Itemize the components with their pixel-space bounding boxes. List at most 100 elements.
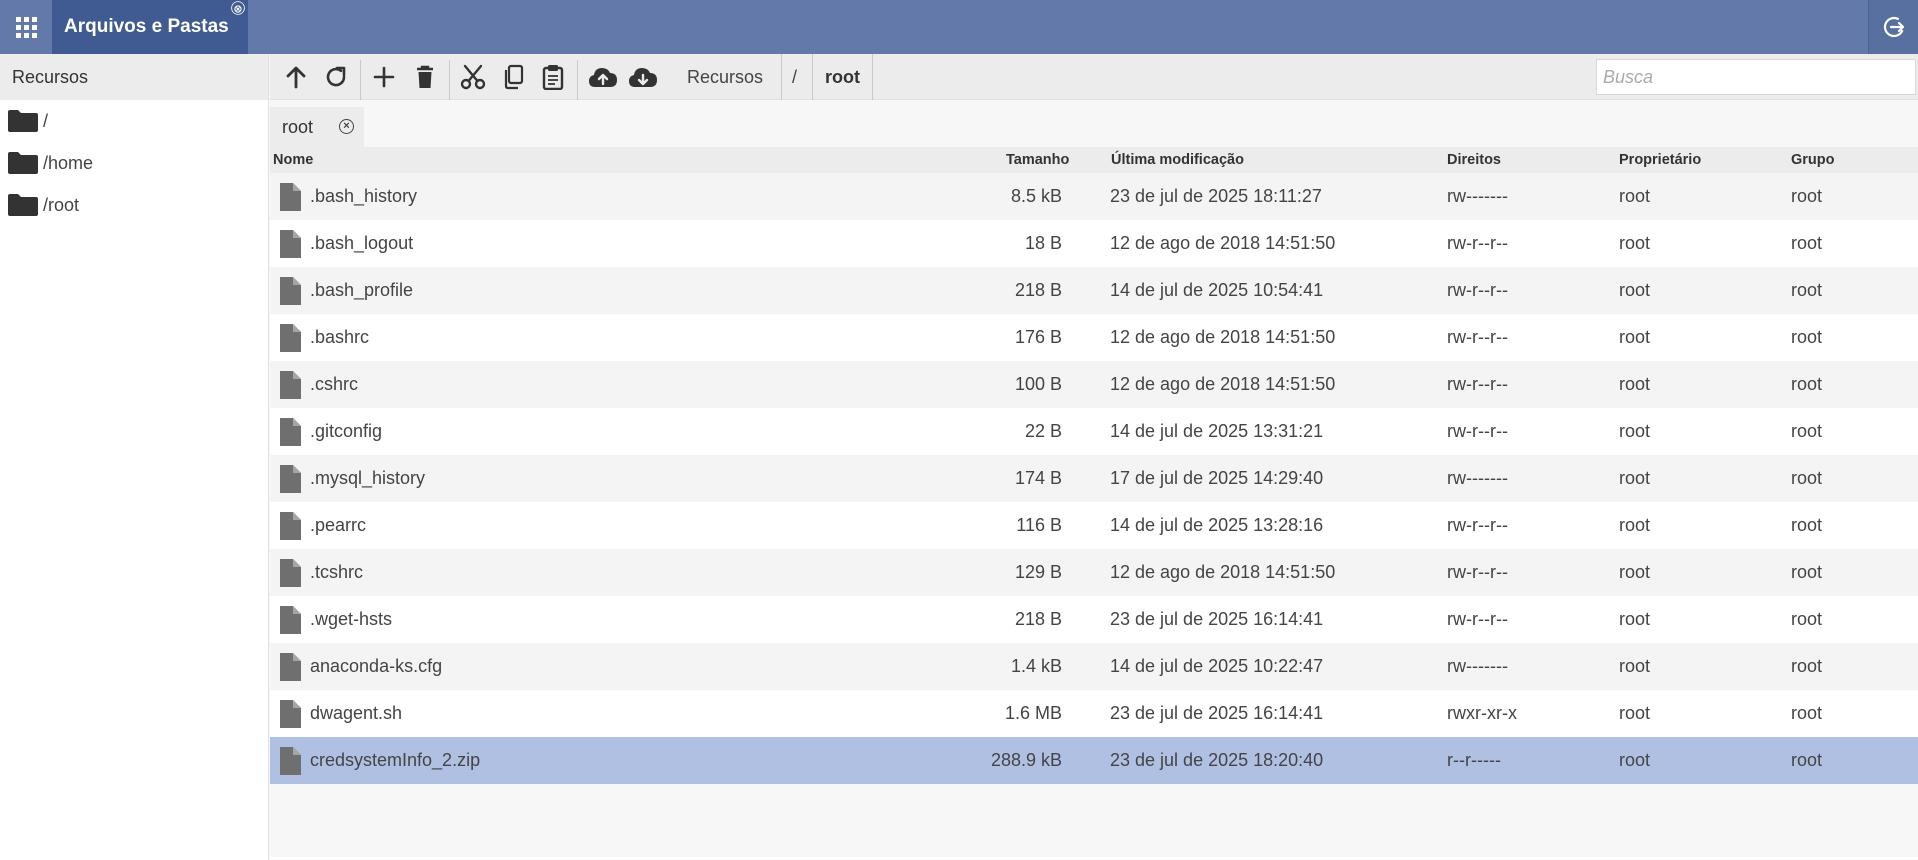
grid-icon — [15, 16, 37, 38]
file-group: root — [1791, 421, 1823, 441]
column-owner[interactable]: Proprietário — [1619, 152, 1701, 168]
file-icon-cell — [278, 549, 302, 596]
file-rights: r--r----- — [1447, 750, 1501, 770]
file-icon-cell — [278, 455, 302, 502]
file-name: anaconda-ks.cfg — [310, 656, 443, 676]
sidebar-item-home[interactable]: /home — [0, 142, 268, 184]
tab-root[interactable]: root × — [270, 107, 364, 147]
apps-menu-button[interactable] — [0, 0, 52, 54]
refresh-icon — [326, 66, 346, 87]
file-size: 176 B — [1014, 327, 1062, 347]
file-rights: rw-r--r-- — [1447, 562, 1508, 582]
toolbar-divider — [360, 60, 361, 100]
upload-button[interactable] — [583, 54, 623, 100]
file-modified: 23 de jul de 2025 18:11:27 — [1110, 186, 1322, 206]
file-modified: 14 de jul de 2025 13:31:21 — [1110, 421, 1324, 441]
file-icon-cell — [278, 596, 302, 643]
file-owner: root — [1619, 750, 1651, 770]
file-modified: 23 de jul de 2025 16:14:41 — [1110, 609, 1324, 629]
file-rights: rw-r--r-- — [1447, 233, 1508, 253]
file-name: .bash_history — [310, 186, 418, 206]
file-name: .mysql_history — [310, 468, 426, 488]
breadcrumb-recursos[interactable]: Recursos — [687, 54, 763, 100]
up-button[interactable] — [276, 54, 316, 100]
column-name[interactable]: Nome — [273, 152, 313, 168]
search-input[interactable] — [1596, 59, 1916, 95]
file-group: root — [1791, 374, 1823, 394]
file-size: 129 B — [1014, 562, 1062, 582]
sidebar-item-root-dir[interactable]: / — [0, 100, 268, 142]
file-owner: root — [1619, 421, 1651, 441]
file-icon — [280, 370, 301, 399]
file-group: root — [1791, 562, 1823, 582]
file-icon-cell — [278, 220, 302, 267]
file-group: root — [1791, 703, 1823, 723]
column-group[interactable]: Grupo — [1791, 152, 1835, 168]
download-button[interactable] — [623, 54, 663, 100]
delete-button[interactable] — [405, 54, 445, 100]
column-modified[interactable]: Última modificação — [1111, 152, 1244, 168]
file-owner: root — [1619, 515, 1651, 535]
sidebar-item-label: / — [43, 110, 49, 131]
logout-button[interactable] — [1868, 0, 1918, 54]
file-size: 218 B — [1014, 280, 1062, 300]
paste-icon — [542, 65, 564, 90]
table-row[interactable]: .tcshrc 129 B 12 de ago de 2018 14:51:50 rw… — [270, 549, 1918, 596]
file-name: .bashrc — [310, 327, 370, 347]
file-modified: 12 de ago de 2018 14:51:50 — [1110, 374, 1336, 394]
table-row[interactable]: .gitconfig 22 B 14 de jul de 2025 13:31:21… — [270, 408, 1918, 455]
file-group: root — [1791, 656, 1823, 676]
cloud-upload-icon — [589, 68, 617, 87]
app-tab[interactable]: Arquivos e Pastas ⊗ — [52, 0, 248, 54]
file-owner: root — [1619, 562, 1651, 582]
file-icon — [280, 417, 301, 446]
new-button[interactable] — [364, 54, 404, 100]
empty-area — [270, 784, 1918, 857]
table-row[interactable]: .mysql_history 174 B 17 de jul de 2025 14:… — [270, 455, 1918, 502]
table-row[interactable]: anaconda-ks.cfg 1.4 kB 14 de jul de 2025 1… — [270, 643, 1918, 690]
breadcrumb-current[interactable]: root — [812, 54, 873, 100]
sidebar-item-root[interactable]: /root — [0, 184, 268, 226]
table-row[interactable]: .pearrc 116 B 14 de jul de 2025 13:28:16 rw… — [270, 502, 1918, 549]
table-row[interactable]: .bash_logout 18 B 12 de ago de 2018 14:51:… — [270, 220, 1918, 267]
file-modified: 12 de ago de 2018 14:51:50 — [1110, 233, 1336, 253]
file-icon — [280, 699, 301, 728]
close-tab-icon[interactable]: × — [339, 119, 354, 134]
file-size: 1.6 MB — [1004, 703, 1062, 723]
file-icon-cell — [278, 267, 302, 314]
table-row[interactable]: .bash_history 8.5 kB 23 de jul de 2025 18:… — [270, 173, 1918, 220]
table-row[interactable]: .bashrc 176 B 12 de ago de 2018 14:51:50 rw… — [270, 314, 1918, 361]
table-row[interactable]: .wget-hsts 218 B 23 de jul de 2025 16:14:4… — [270, 596, 1918, 643]
file-size: 8.5 kB — [1010, 186, 1062, 206]
column-rights[interactable]: Direitos — [1447, 152, 1501, 168]
file-group: root — [1791, 609, 1823, 629]
file-size: 116 B — [1016, 515, 1062, 535]
file-icon — [280, 511, 301, 540]
cut-button[interactable] — [453, 54, 493, 100]
sidebar: Recursos / /home /root — [0, 54, 269, 860]
file-name: .bash_logout — [310, 233, 414, 253]
file-icon-cell — [278, 361, 302, 408]
cloud-download-icon — [629, 68, 657, 87]
table-row[interactable]: dwagent.sh 1.6 MB 23 de jul de 2025 16:14:… — [270, 690, 1918, 737]
copy-icon — [504, 64, 524, 90]
column-size[interactable]: Tamanho — [1006, 152, 1069, 168]
file-icon — [280, 652, 301, 681]
paste-button[interactable] — [533, 54, 573, 100]
table-row[interactable]: .cshrc 100 B 12 de ago de 2018 14:51:50 rw-… — [270, 361, 1918, 408]
file-modified: 23 de jul de 2025 18:20:40 — [1110, 750, 1324, 770]
file-group: root — [1791, 750, 1823, 770]
close-icon[interactable]: ⊗ — [231, 1, 245, 15]
copy-button[interactable] — [493, 54, 533, 100]
top-bar: Arquivos e Pastas ⊗ — [0, 0, 1918, 54]
file-group: root — [1791, 186, 1823, 206]
refresh-button[interactable] — [316, 54, 356, 100]
table-row[interactable]: .bash_profile 218 B 14 de jul de 2025 10:5… — [270, 267, 1918, 314]
file-owner: root — [1619, 374, 1651, 394]
file-owner: root — [1619, 233, 1651, 253]
file-modified: 14 de jul de 2025 10:54:41 — [1110, 280, 1324, 300]
file-rights: rwxr-xr-x — [1447, 703, 1517, 723]
table-row[interactable]: credsystemInfo_2.zip 288.9 kB 23 de jul de… — [270, 737, 1918, 784]
file-owner: root — [1619, 656, 1651, 676]
breadcrumb-separator[interactable]: / — [792, 54, 797, 100]
